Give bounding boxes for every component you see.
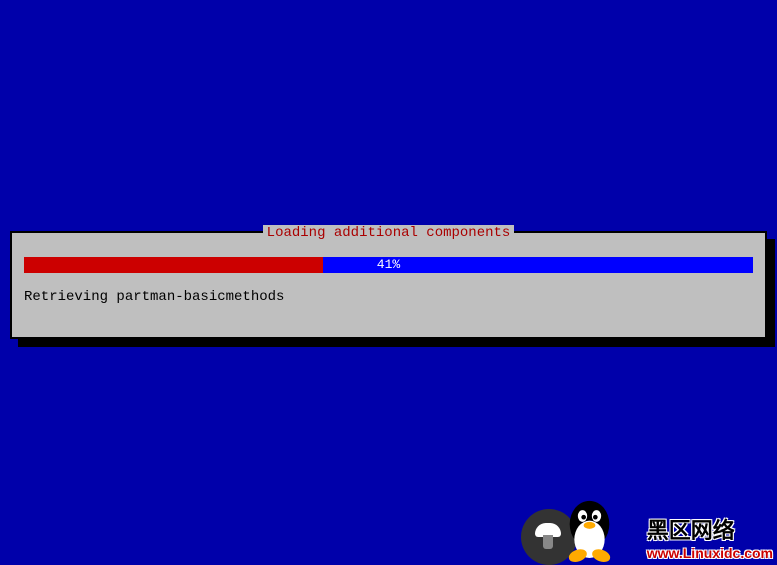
linux-penguin-icon [552,495,627,565]
loading-dialog: Loading additional components 41% Retrie… [10,231,767,339]
watermark: 黑区网络 www.Linuxidc.com [647,513,773,561]
dialog-box: Loading additional components 41% Retrie… [10,231,767,339]
progress-bar: 41% [24,257,753,273]
watermark-main: 黑区网络 [647,513,773,545]
dialog-title: Loading additional components [263,225,515,241]
dialog-title-wrapper: Loading additional components [12,225,765,241]
status-text: Retrieving partman-basicmethods [24,289,753,305]
watermark-url: www.Linuxidc.com [647,545,773,561]
progress-percent-label: 41% [24,257,753,273]
